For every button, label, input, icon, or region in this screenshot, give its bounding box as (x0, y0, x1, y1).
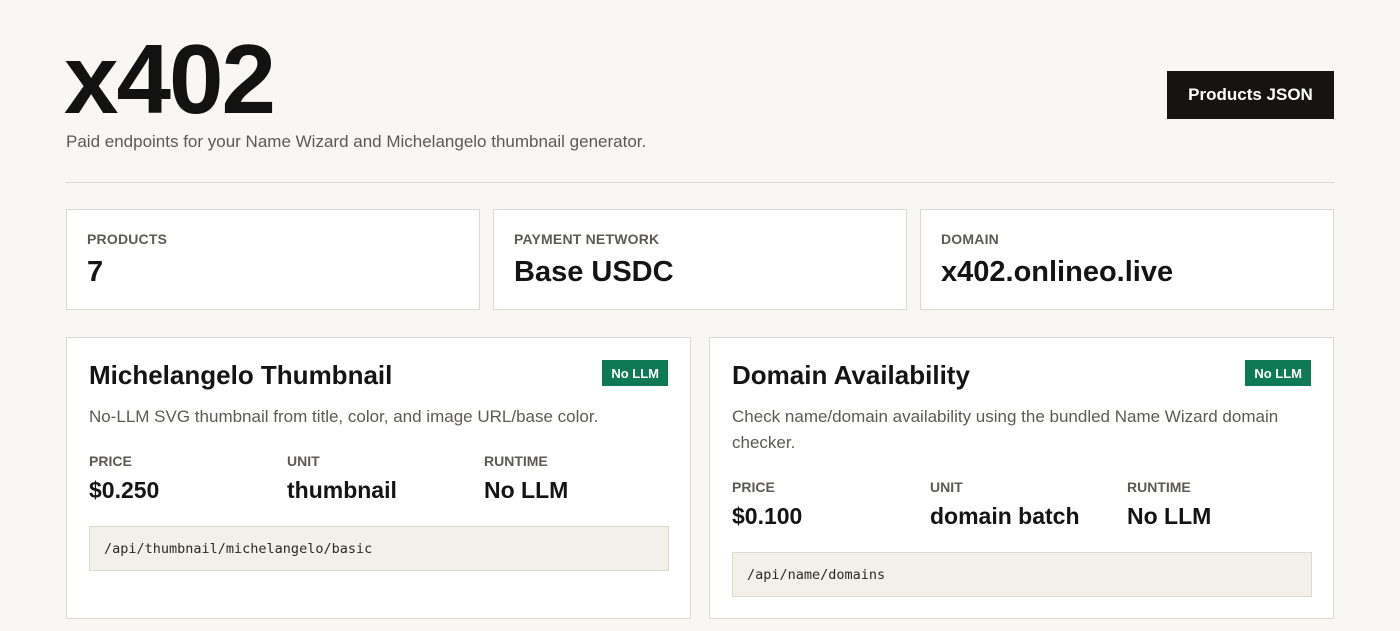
runtime-value: No LLM (1127, 503, 1212, 529)
price-label: PRICE (732, 479, 775, 495)
product-title: Domain Availability (732, 360, 970, 390)
stat-value: 7 (87, 256, 104, 288)
price-value: $0.100 (732, 503, 803, 529)
product-description: Check name/domain availability using the… (732, 407, 1279, 452)
unit-value: domain batch (930, 503, 1080, 529)
endpoint-path[interactable]: /api/thumbnail/michelangelo/basic (89, 526, 669, 571)
stat-label: DOMAIN (941, 231, 999, 247)
price-label: PRICE (89, 453, 132, 469)
product-title: Michelangelo Thumbnail (89, 360, 393, 390)
header-divider (66, 182, 1334, 183)
page-subtitle: Paid endpoints for your Name Wizard and … (66, 132, 647, 151)
price-value: $0.250 (89, 477, 160, 503)
unit-value: thumbnail (287, 477, 397, 503)
unit-label: UNIT (287, 453, 320, 469)
product-card-michelangelo-thumbnail: Michelangelo Thumbnail No LLM No-LLM SVG… (66, 337, 691, 619)
stat-card-products: PRODUCTS 7 (66, 209, 480, 310)
stat-card-domain: DOMAIN x402.onlineo.live (920, 209, 1334, 310)
product-description: No-LLM SVG thumbnail from title, color, … (89, 407, 599, 426)
runtime-badge: No LLM (1245, 360, 1311, 386)
stat-value: x402.onlineo.live (941, 256, 1174, 288)
runtime-value: No LLM (484, 477, 569, 503)
page-title: x402 (64, 24, 276, 134)
endpoint-path[interactable]: /api/name/domains (732, 552, 1312, 597)
product-card-domain-availability: Domain Availability No LLM Check name/do… (709, 337, 1334, 619)
runtime-label: RUNTIME (484, 453, 548, 469)
products-json-button[interactable]: Products JSON (1167, 71, 1334, 119)
stat-value: Base USDC (514, 256, 674, 288)
unit-label: UNIT (930, 479, 963, 495)
stat-label: PAYMENT NETWORK (514, 231, 660, 247)
stat-card-payment-network: PAYMENT NETWORK Base USDC (493, 209, 907, 310)
runtime-badge: No LLM (602, 360, 668, 386)
stat-label: PRODUCTS (87, 231, 168, 247)
page: x402 Paid endpoints for your Name Wizard… (0, 0, 1400, 631)
runtime-label: RUNTIME (1127, 479, 1191, 495)
